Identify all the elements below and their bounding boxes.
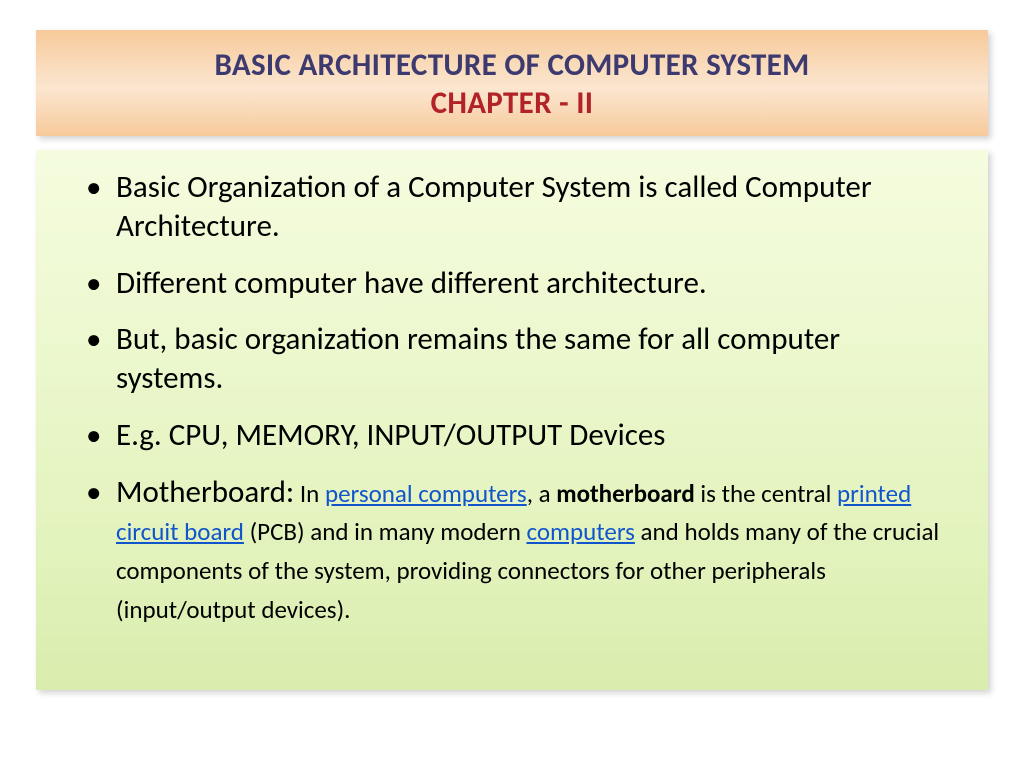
bullet-text: E.g. CPU, MEMORY, INPUT/OUTPUT Devices <box>116 416 665 454</box>
bullet-text: Different computer have different archit… <box>116 264 707 302</box>
slide: BASIC ARCHITECTURE OF COMPUTER SYSTEM CH… <box>0 0 1024 768</box>
content-box: Basic Organization of a Computer System … <box>36 150 988 690</box>
list-item: E.g. CPU, MEMORY, INPUT/OUTPUT Devices <box>100 416 954 455</box>
motherboard-lead: Motherboard: <box>116 473 294 511</box>
slide-title-line2: CHAPTER - II <box>56 84 968 122</box>
link-personal-computers[interactable]: personal computers <box>325 478 527 509</box>
slide-title-line1: BASIC ARCHITECTURE OF COMPUTER SYSTEM <box>56 46 968 84</box>
bold-motherboard: motherboard <box>556 478 695 509</box>
text-segment: In <box>294 478 325 509</box>
link-computers[interactable]: computers <box>526 516 634 547</box>
text-segment: (PCB) and in many modern <box>244 516 527 547</box>
text-segment: , a <box>527 478 557 509</box>
list-item: Motherboard: In personal computers, a mo… <box>100 473 954 628</box>
list-item: Basic Organization of a Computer System … <box>100 168 954 246</box>
bullet-text: But, basic organization remains the same… <box>116 320 840 397</box>
list-item: But, basic organization remains the same… <box>100 320 954 398</box>
bullet-list: Basic Organization of a Computer System … <box>70 168 954 628</box>
list-item: Different computer have different archit… <box>100 264 954 303</box>
bullet-text: Basic Organization of a Computer System … <box>116 168 872 245</box>
title-box: BASIC ARCHITECTURE OF COMPUTER SYSTEM CH… <box>36 30 988 136</box>
text-segment: is the central <box>695 478 837 509</box>
